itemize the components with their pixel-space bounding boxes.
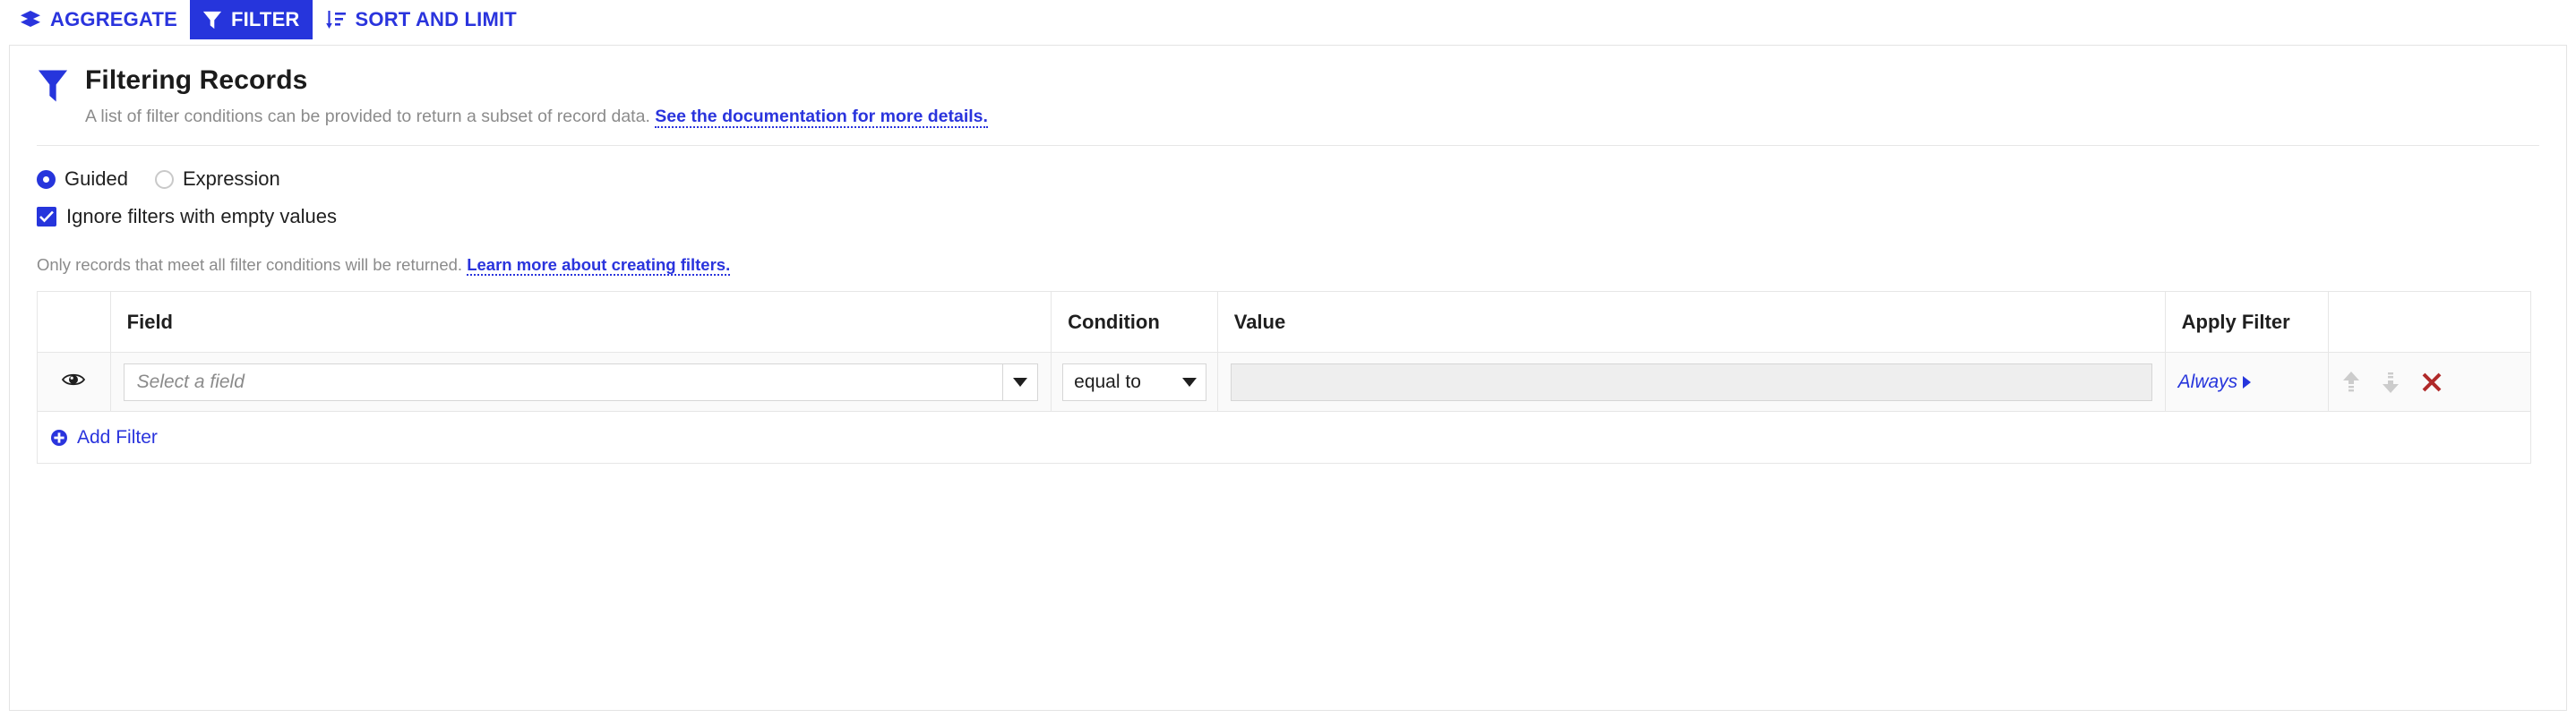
- tab-filter-label: FILTER: [230, 8, 300, 30]
- funnel-icon: [202, 10, 222, 30]
- plus-circle-icon: [50, 429, 68, 447]
- learn-more-link[interactable]: Learn more about creating filters.: [467, 255, 731, 277]
- apply-filter-cell: Always: [2164, 352, 2329, 413]
- play-triangle-icon: [2243, 375, 2252, 389]
- tab-sort-and-limit[interactable]: SORT AND LIMIT: [313, 0, 529, 39]
- chevron-down-icon: [1013, 377, 1028, 387]
- ignore-empty-label: Ignore filters with empty values: [66, 205, 338, 228]
- radio-option-guided[interactable]: Guided: [37, 167, 128, 191]
- apply-filter-always-link[interactable]: Always: [2166, 372, 2328, 393]
- value-cell: [1216, 352, 2166, 413]
- table-header-row: Field Condition Value Apply Filter: [37, 291, 2532, 354]
- add-filter-cell: Add Filter: [37, 411, 2531, 465]
- move-down-icon[interactable]: [2381, 370, 2400, 395]
- check-icon: [39, 210, 54, 223]
- filter-panel-card: Filtering Records A list of filter condi…: [9, 45, 2567, 711]
- column-apply-filter: Apply Filter: [2164, 291, 2329, 354]
- tab-sort-and-limit-label: SORT AND LIMIT: [355, 8, 517, 30]
- column-actions: [2327, 291, 2532, 354]
- condition-cell: equal to: [1051, 352, 1218, 413]
- eye-icon[interactable]: [61, 374, 86, 392]
- tab-filter[interactable]: FILTER: [189, 0, 313, 39]
- documentation-link[interactable]: See the documentation for more details.: [655, 107, 988, 128]
- add-filter-row: Add Filter: [37, 411, 2531, 465]
- field-select-caret[interactable]: [1002, 363, 1039, 401]
- column-condition: Condition: [1051, 291, 1218, 354]
- radio-option-expression[interactable]: Expression: [154, 167, 280, 191]
- sort-descending-icon: [325, 9, 347, 30]
- radio-guided-indicator[interactable]: [37, 169, 56, 189]
- filters-table-head: Field Condition Value Apply Filter: [37, 291, 2532, 354]
- ignore-empty-checkbox[interactable]: [37, 207, 56, 227]
- add-filter-label: Add Filter: [77, 426, 158, 448]
- radio-guided-label: Guided: [64, 167, 128, 191]
- visibility-cell[interactable]: [37, 352, 111, 413]
- field-select-input[interactable]: Select a field: [123, 363, 1003, 401]
- column-visibility: [37, 291, 111, 354]
- panel-description: A list of filter conditions can be provi…: [85, 107, 988, 128]
- mode-tabbar: AGGREGATE FILTER SORT AND LIMIT: [0, 0, 2576, 39]
- move-up-icon[interactable]: [2341, 370, 2361, 395]
- table-row: Select a field equal to Always: [37, 352, 2532, 413]
- value-input[interactable]: [1230, 363, 2152, 401]
- condition-select-value: equal to: [1074, 371, 1141, 392]
- filter-helper-sentence: Only records that meet all filter condit…: [37, 255, 463, 275]
- panel-description-text: A list of filter conditions can be provi…: [85, 107, 650, 126]
- condition-select[interactable]: equal to: [1062, 363, 1206, 401]
- add-filter-button[interactable]: Add Filter: [38, 427, 158, 449]
- row-actions-cell: [2327, 352, 2532, 413]
- chevron-down-icon: [1181, 377, 1197, 387]
- radio-expression-label: Expression: [182, 167, 280, 191]
- mode-radio-group: Guided Expression: [37, 167, 2539, 191]
- field-cell: Select a field: [109, 352, 1052, 413]
- layers-icon: [20, 9, 41, 30]
- radio-expression-indicator[interactable]: [154, 169, 174, 189]
- funnel-icon: [37, 65, 69, 107]
- page-title: Filtering Records: [85, 65, 308, 95]
- panel-header: Filtering Records A list of filter condi…: [37, 65, 2539, 128]
- column-value: Value: [1216, 291, 2166, 354]
- column-field: Field: [109, 291, 1052, 354]
- ignore-empty-checkbox-row[interactable]: Ignore filters with empty values: [37, 205, 2539, 228]
- filters-table-body: Select a field equal to Always Add Filte…: [37, 352, 2532, 465]
- filter-options: Guided Expression Ignore filters with em…: [37, 146, 2539, 228]
- apply-filter-label: Always: [2177, 371, 2238, 392]
- delete-icon[interactable]: [2420, 371, 2443, 394]
- tab-aggregate[interactable]: AGGREGATE: [7, 0, 190, 39]
- tab-aggregate-label: AGGREGATE: [50, 8, 177, 30]
- field-select[interactable]: Select a field: [123, 363, 1039, 401]
- filters-table: Field Condition Value Apply Filter Selec…: [37, 291, 2532, 465]
- filter-helper-text: Only records that meet all filter condit…: [37, 228, 2539, 277]
